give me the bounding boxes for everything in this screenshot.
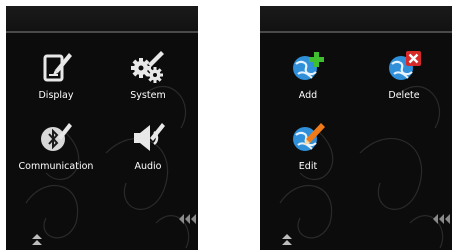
globe-delete-icon: [389, 51, 421, 80]
scroll-up-arrows-icon[interactable]: [30, 232, 44, 248]
edit-label: Edit: [298, 161, 318, 172]
communication-button[interactable]: Communication: [12, 119, 100, 187]
scroll-left-arrows-icon[interactable]: [178, 212, 198, 226]
top-bar: [6, 6, 198, 31]
edit-button[interactable]: Edit: [264, 119, 352, 187]
settings-menu-panel: Display System Communication Audio: [6, 6, 198, 250]
globe-edit-icon: [293, 123, 325, 151]
add-label: Add: [298, 90, 318, 101]
audio-button[interactable]: Audio: [104, 119, 192, 187]
top-bar: [260, 6, 452, 31]
delete-button[interactable]: Delete: [360, 48, 448, 116]
bluetooth-communication-icon: [41, 123, 72, 151]
display-label: Display: [38, 90, 74, 101]
communication-label: Communication: [18, 161, 94, 172]
delete-label: Delete: [388, 90, 420, 101]
audio-label: Audio: [134, 161, 162, 172]
display-settings-icon: [43, 53, 72, 82]
globe-add-icon: [293, 52, 324, 80]
scroll-up-arrows-icon[interactable]: [280, 232, 294, 248]
display-button[interactable]: Display: [12, 48, 100, 116]
system-label: System: [130, 90, 166, 101]
system-gears-icon: [131, 51, 164, 83]
system-button[interactable]: System: [104, 48, 192, 116]
profile-menu-panel: Add Delete Edit: [260, 6, 452, 250]
audio-speaker-icon: [134, 123, 165, 151]
scroll-left-arrows-icon[interactable]: [432, 212, 452, 226]
add-button[interactable]: Add: [264, 48, 352, 116]
